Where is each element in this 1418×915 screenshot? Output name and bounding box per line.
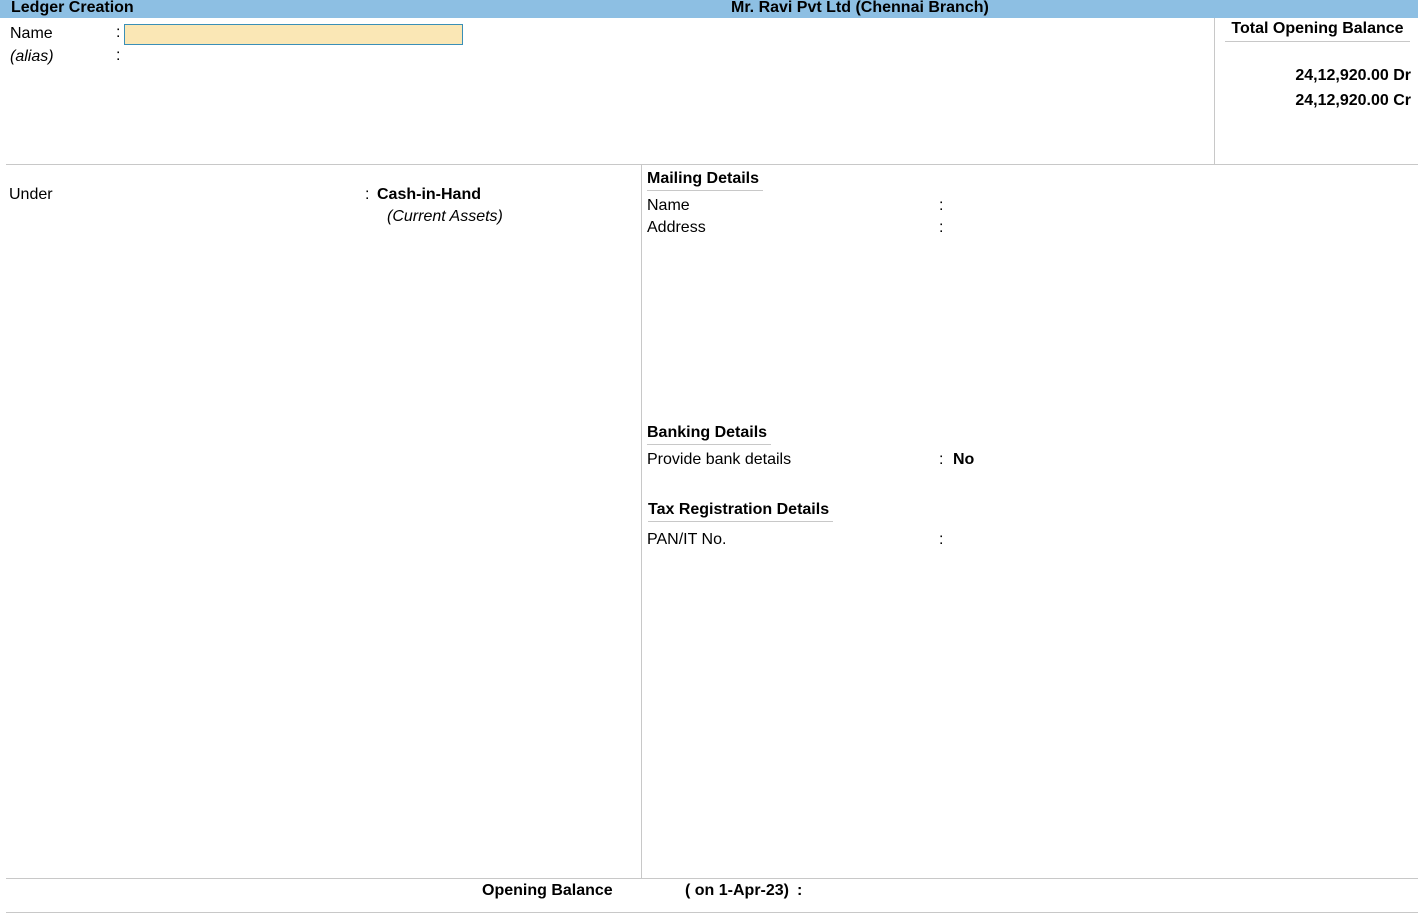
name-label: Name bbox=[10, 25, 53, 42]
alias-label: (alias) bbox=[10, 48, 54, 65]
alias-input[interactable] bbox=[124, 46, 461, 66]
under-parent-group: (Current Assets) bbox=[387, 208, 503, 225]
banking-details-heading: Banking Details bbox=[647, 424, 772, 445]
footer-divider bbox=[6, 878, 1418, 879]
tax-registration-heading: Tax Registration Details bbox=[648, 501, 834, 522]
pan-label: PAN/IT No. bbox=[647, 531, 727, 548]
title-bar: Ledger Creation Mr. Ravi Pvt Ltd (Chenna… bbox=[0, 0, 1418, 18]
mailing-address-separator: : bbox=[939, 219, 944, 236]
mailing-address-label: Address bbox=[647, 219, 706, 236]
under-group-value[interactable]: Cash-in-Hand bbox=[377, 186, 481, 204]
mailing-details-heading: Mailing Details bbox=[647, 170, 764, 191]
total-opening-balance-heading: Total Opening Balance bbox=[1225, 20, 1410, 42]
screen-title: Ledger Creation bbox=[11, 0, 134, 16]
mailing-name-label: Name bbox=[647, 197, 690, 214]
bottom-divider bbox=[6, 912, 1418, 913]
opening-balance-field[interactable] bbox=[810, 880, 1010, 902]
mailing-name-separator: : bbox=[939, 197, 944, 214]
opening-balance-label: Opening Balance bbox=[482, 882, 613, 899]
total-opening-balance-debit: 24,12,920.00 Dr bbox=[1295, 67, 1411, 84]
pan-separator: : bbox=[939, 531, 944, 548]
under-label: Under bbox=[9, 186, 53, 203]
name-input[interactable] bbox=[124, 24, 463, 45]
name-separator: : bbox=[116, 24, 121, 41]
total-opening-balance-panel: Total Opening Balance 24,12,920.00 Dr 24… bbox=[1214, 18, 1418, 164]
mailing-address-field[interactable] bbox=[952, 218, 1392, 238]
opening-balance-date: ( on 1-Apr-23) bbox=[685, 882, 789, 899]
provide-bank-details-label: Provide bank details bbox=[647, 451, 792, 468]
company-name: Mr. Ravi Pvt Ltd (Chennai Branch) bbox=[731, 0, 989, 16]
provide-bank-details-separator: : bbox=[939, 451, 944, 468]
alias-separator: : bbox=[116, 47, 121, 64]
column-divider bbox=[641, 165, 642, 878]
header-divider bbox=[6, 164, 1418, 165]
provide-bank-details-value[interactable]: No bbox=[953, 451, 974, 469]
mailing-name-field[interactable] bbox=[952, 196, 1392, 216]
total-opening-balance-credit: 24,12,920.00 Cr bbox=[1295, 92, 1411, 109]
under-separator: : bbox=[365, 186, 370, 203]
opening-balance-separator: : bbox=[797, 882, 803, 899]
pan-field[interactable] bbox=[952, 530, 1392, 550]
